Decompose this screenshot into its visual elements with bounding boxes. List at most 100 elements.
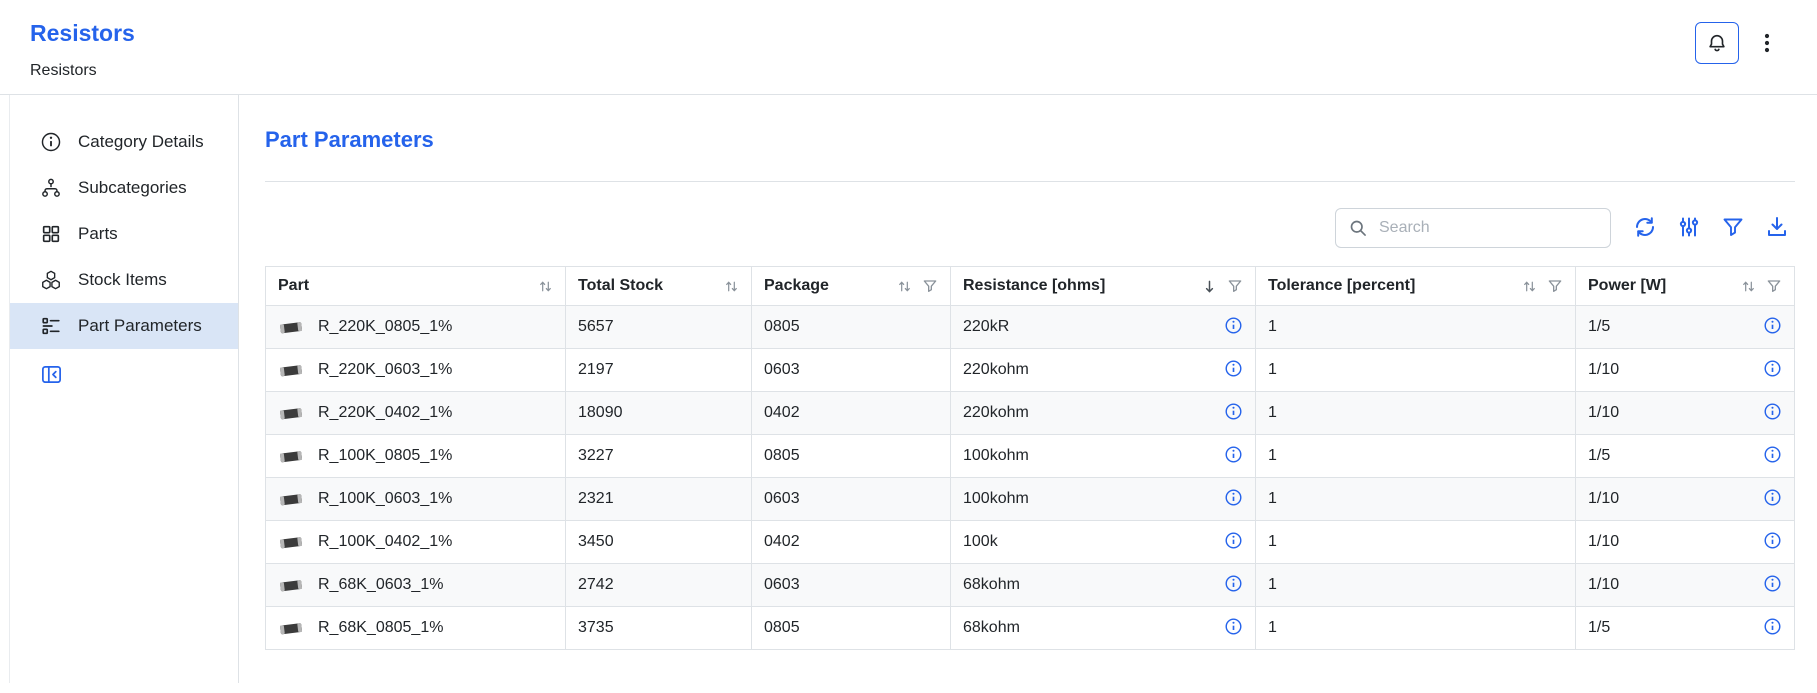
- info-button[interactable]: [1224, 617, 1243, 639]
- info-circle-icon: [1224, 488, 1243, 510]
- table-toolbar: [265, 208, 1795, 248]
- part-thumbnail-icon: [278, 492, 304, 507]
- sort-icon[interactable]: [897, 279, 912, 294]
- column-header-part[interactable]: Part: [266, 267, 566, 306]
- column-header-resistance-ohms[interactable]: Resistance [ohms]: [951, 267, 1256, 306]
- part-cell: R_220K_0805_1%: [266, 306, 566, 349]
- filter-button[interactable]: [1715, 211, 1751, 246]
- info-button[interactable]: [1224, 574, 1243, 596]
- package-cell: 0805: [752, 306, 951, 349]
- info-button[interactable]: [1224, 316, 1243, 338]
- total-stock-cell: 2742: [566, 564, 752, 607]
- info-button[interactable]: [1763, 531, 1782, 553]
- sidebar-item-label: Stock Items: [78, 270, 167, 290]
- column-header-total-stock[interactable]: Total Stock: [566, 267, 752, 306]
- resistance-cell: 100kohm: [951, 435, 1256, 478]
- info-button[interactable]: [1224, 445, 1243, 467]
- sidebar-item-parts[interactable]: Parts: [10, 211, 238, 257]
- info-circle-icon: [1224, 531, 1243, 553]
- sidebar-item-label: Category Details: [78, 132, 204, 152]
- resistance-cell: 220kohm: [951, 392, 1256, 435]
- tolerance-cell: 1: [1256, 478, 1576, 521]
- sidebar: Category Details Subcategories Parts Stock …: [10, 95, 239, 683]
- table-row[interactable]: R_220K_0603_1%21970603220kohm11/10: [266, 349, 1795, 392]
- power-cell: 1/5: [1576, 607, 1795, 650]
- collapse-sidebar-button[interactable]: [40, 363, 63, 389]
- sliders-icon: [1677, 215, 1701, 242]
- info-button[interactable]: [1763, 574, 1782, 596]
- package-cell: 0402: [752, 521, 951, 564]
- sort-desc-icon[interactable]: [1202, 279, 1217, 294]
- table-row[interactable]: R_220K_0805_1%56570805220kR11/5: [266, 306, 1795, 349]
- info-button[interactable]: [1224, 531, 1243, 553]
- table-row[interactable]: R_100K_0402_1%34500402100k11/10: [266, 521, 1795, 564]
- column-filter-icon[interactable]: [1227, 278, 1243, 294]
- info-button[interactable]: [1763, 445, 1782, 467]
- info-circle-icon: [1224, 445, 1243, 467]
- sliders-button[interactable]: [1671, 211, 1707, 246]
- notifications-button[interactable]: [1695, 22, 1739, 64]
- toolbar-icons: [1627, 211, 1795, 246]
- part-cell: R_100K_0805_1%: [266, 435, 566, 478]
- column-filter-icon[interactable]: [1766, 278, 1782, 294]
- table-row[interactable]: R_68K_0603_1%2742060368kohm11/10: [266, 564, 1795, 607]
- bell-icon: [1706, 32, 1728, 54]
- column-filter-icon[interactable]: [1547, 278, 1563, 294]
- tolerance-cell: 1: [1256, 349, 1576, 392]
- part-thumbnail-icon: [278, 449, 304, 464]
- page-title: Resistors: [30, 20, 1787, 47]
- refresh-icon: [1633, 215, 1657, 242]
- info-button[interactable]: [1224, 488, 1243, 510]
- info-button[interactable]: [1763, 402, 1782, 424]
- table-row[interactable]: R_220K_0402_1%180900402220kohm11/10: [266, 392, 1795, 435]
- total-stock-cell: 3450: [566, 521, 752, 564]
- refresh-button[interactable]: [1627, 211, 1663, 246]
- search-box[interactable]: [1335, 208, 1611, 248]
- page-header: Resistors Resistors: [0, 0, 1817, 95]
- sort-icon[interactable]: [1522, 279, 1537, 294]
- sort-icon[interactable]: [1741, 279, 1756, 294]
- info-icon: [40, 131, 62, 153]
- info-button[interactable]: [1763, 359, 1782, 381]
- part-name: R_68K_0603_1%: [318, 576, 443, 594]
- power-cell: 1/10: [1576, 392, 1795, 435]
- info-button[interactable]: [1763, 617, 1782, 639]
- column-header-power-w[interactable]: Power [W]: [1576, 267, 1795, 306]
- info-button[interactable]: [1224, 359, 1243, 381]
- column-label: Power [W]: [1588, 277, 1666, 295]
- info-button[interactable]: [1763, 316, 1782, 338]
- part-cell: R_100K_0402_1%: [266, 521, 566, 564]
- part-cell: R_68K_0805_1%: [266, 607, 566, 650]
- divider: [265, 181, 1795, 182]
- part-name: R_100K_0402_1%: [318, 533, 452, 551]
- sidebar-item-subcategories[interactable]: Subcategories: [10, 165, 238, 211]
- part-name: R_100K_0603_1%: [318, 490, 452, 508]
- column-header-tolerance-percent[interactable]: Tolerance [percent]: [1256, 267, 1576, 306]
- sidebar-item-stock-items[interactable]: Stock Items: [10, 257, 238, 303]
- column-filter-icon[interactable]: [922, 278, 938, 294]
- column-label: Resistance [ohms]: [963, 277, 1105, 295]
- total-stock-cell: 2197: [566, 349, 752, 392]
- download-button[interactable]: [1759, 211, 1795, 246]
- column-header-package[interactable]: Package: [752, 267, 951, 306]
- search-input[interactable]: [1377, 218, 1598, 238]
- info-button[interactable]: [1224, 402, 1243, 424]
- breadcrumb: Resistors: [30, 62, 1787, 80]
- search-icon: [1348, 218, 1368, 238]
- table-row[interactable]: R_100K_0805_1%32270805100kohm11/5: [266, 435, 1795, 478]
- sort-icon[interactable]: [724, 279, 739, 294]
- part-thumbnail-icon: [278, 320, 304, 335]
- sidebar-item-label: Parts: [78, 224, 118, 244]
- total-stock-cell: 3735: [566, 607, 752, 650]
- info-button[interactable]: [1763, 488, 1782, 510]
- sort-icon[interactable]: [538, 279, 553, 294]
- table-row[interactable]: R_100K_0603_1%23210603100kohm11/10: [266, 478, 1795, 521]
- resistance-cell: 68kohm: [951, 564, 1256, 607]
- parameters-table: PartTotal StockPackage Resistance [ohms] T…: [265, 266, 1795, 650]
- sidebar-item-part-parameters[interactable]: Part Parameters: [10, 303, 238, 349]
- sidebar-item-category-details[interactable]: Category Details: [10, 119, 238, 165]
- info-circle-icon: [1224, 316, 1243, 338]
- package-cell: 0402: [752, 392, 951, 435]
- overflow-menu-button[interactable]: [1753, 29, 1781, 57]
- table-row[interactable]: R_68K_0805_1%3735080568kohm11/5: [266, 607, 1795, 650]
